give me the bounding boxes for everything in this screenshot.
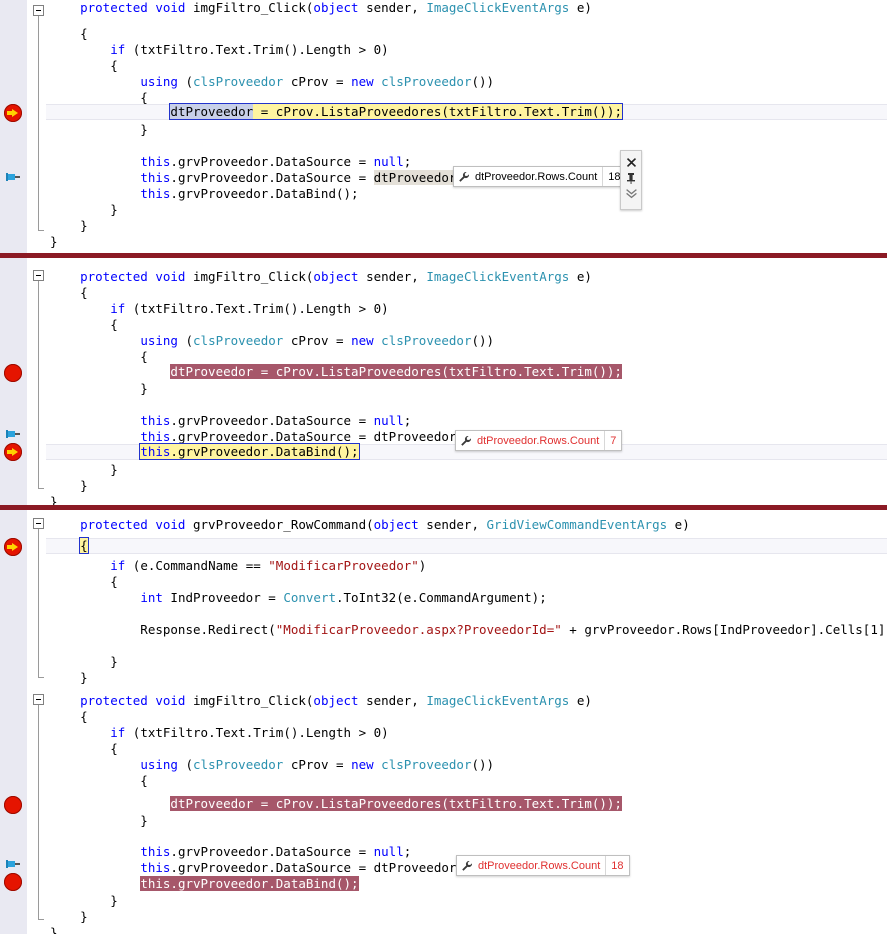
code-line: using (clsProveedor cProv = new clsProve…: [140, 757, 495, 772]
code-line-breakpoint: dtProveedor = cProv.ListaProveedores(txt…: [170, 796, 622, 811]
code-line: {: [50, 709, 88, 724]
code-line-breakpoint: this.grvProveedor.DataBind();: [140, 876, 359, 891]
code-line: }: [50, 202, 118, 217]
code-line: }: [50, 478, 88, 493]
datatip-value[interactable]: 18: [605, 856, 628, 875]
code-editor-window: protected void imgFiltro_Click(object se…: [0, 0, 887, 934]
code-line: {: [50, 58, 118, 73]
code-line: this.grvProveedor.DataSource = dtProveed…: [140, 170, 464, 185]
code-line: }: [50, 381, 148, 396]
datatip-expression: dtProveedor.Rows.Count: [478, 859, 601, 872]
code-panel-3[interactable]: protected void grvProveedor_RowCommand(o…: [0, 510, 887, 934]
wrench-icon: [457, 856, 475, 875]
code-line-breakpoint: dtProveedor = cProv.ListaProveedores(txt…: [170, 364, 622, 379]
code-line: {: [50, 349, 148, 364]
code-panel-1[interactable]: protected void imgFiltro_Click(object se…: [0, 0, 887, 253]
code-line: if (txtFiltro.Text.Trim().Length > 0): [110, 725, 389, 740]
code-line: {: [50, 317, 118, 332]
datatip-1[interactable]: dtProveedor.Rows.Count 18: [453, 166, 627, 187]
code-line: {: [50, 26, 88, 41]
code-line: }: [50, 462, 118, 477]
code-line-current-statement: {: [79, 537, 89, 554]
code-line: this.grvProveedor.DataSource = dtProveed…: [140, 429, 464, 444]
code-line: using (clsProveedor cProv = new clsProve…: [140, 333, 495, 348]
code-line-current-statement: dtProveedor = cProv.ListaProveedores(txt…: [169, 103, 623, 120]
code-line-current-statement: this.grvProveedor.DataBind();: [139, 443, 360, 460]
code-line: using (clsProveedor cProv = new clsProve…: [140, 74, 495, 89]
code-line: if (e.CommandName == "ModificarProveedor…: [110, 558, 427, 573]
code-line: {: [50, 574, 118, 589]
datatip-3[interactable]: dtProveedor.Rows.Count 18: [456, 855, 630, 876]
datatip-toolbar[interactable]: [620, 150, 642, 210]
code-line: protected void grvProveedor_RowCommand(o…: [50, 517, 690, 532]
code-panel-2[interactable]: protected void imgFiltro_Click(object se…: [0, 258, 887, 505]
code-line: if (txtFiltro.Text.Trim().Length > 0): [110, 42, 389, 57]
code-line: }: [50, 122, 148, 137]
code-line: this.grvProveedor.DataSource = null;: [140, 844, 412, 859]
code-line: {: [50, 741, 118, 756]
code-line: {: [50, 773, 148, 788]
wrench-icon: [454, 167, 472, 186]
code-line: {: [50, 285, 88, 300]
code-line: protected void imgFiltro_Click(object se…: [50, 693, 592, 708]
datatip-expression: dtProveedor.Rows.Count: [477, 434, 600, 447]
code-line: }: [50, 813, 148, 828]
code-line: protected void imgFiltro_Click(object se…: [50, 0, 592, 15]
code-line: }: [50, 909, 88, 924]
pin-icon[interactable]: [623, 170, 639, 186]
code-line: }: [50, 218, 88, 233]
code-line: }: [50, 893, 118, 908]
datatip-2[interactable]: dtProveedor.Rows.Count 7: [455, 430, 623, 451]
code-line: this.grvProveedor.DataSource = dtProveed…: [140, 860, 464, 875]
code-line: }: [50, 234, 58, 249]
code-line: Response.Redirect("ModificarProveedor.as…: [50, 622, 887, 637]
chevron-double-down-icon[interactable]: [623, 186, 639, 202]
code-line: }: [50, 654, 118, 669]
code-line: if (txtFiltro.Text.Trim().Length > 0): [110, 301, 389, 316]
code-line: this.grvProveedor.DataSource = null;: [140, 413, 412, 428]
code-line: }: [50, 670, 88, 685]
close-icon[interactable]: [623, 154, 639, 170]
code-line: this.grvProveedor.DataBind();: [140, 186, 359, 201]
code-line: }: [50, 925, 58, 934]
code-line: protected void imgFiltro_Click(object se…: [50, 269, 592, 284]
code-line: int IndProveedor = Convert.ToInt32(e.Com…: [140, 590, 547, 605]
datatip-expression: dtProveedor.Rows.Count: [475, 170, 598, 183]
wrench-icon: [456, 431, 474, 450]
code-line: this.grvProveedor.DataSource = null;: [140, 154, 412, 169]
datatip-value[interactable]: 7: [604, 431, 621, 450]
code-line: }: [50, 494, 58, 505]
